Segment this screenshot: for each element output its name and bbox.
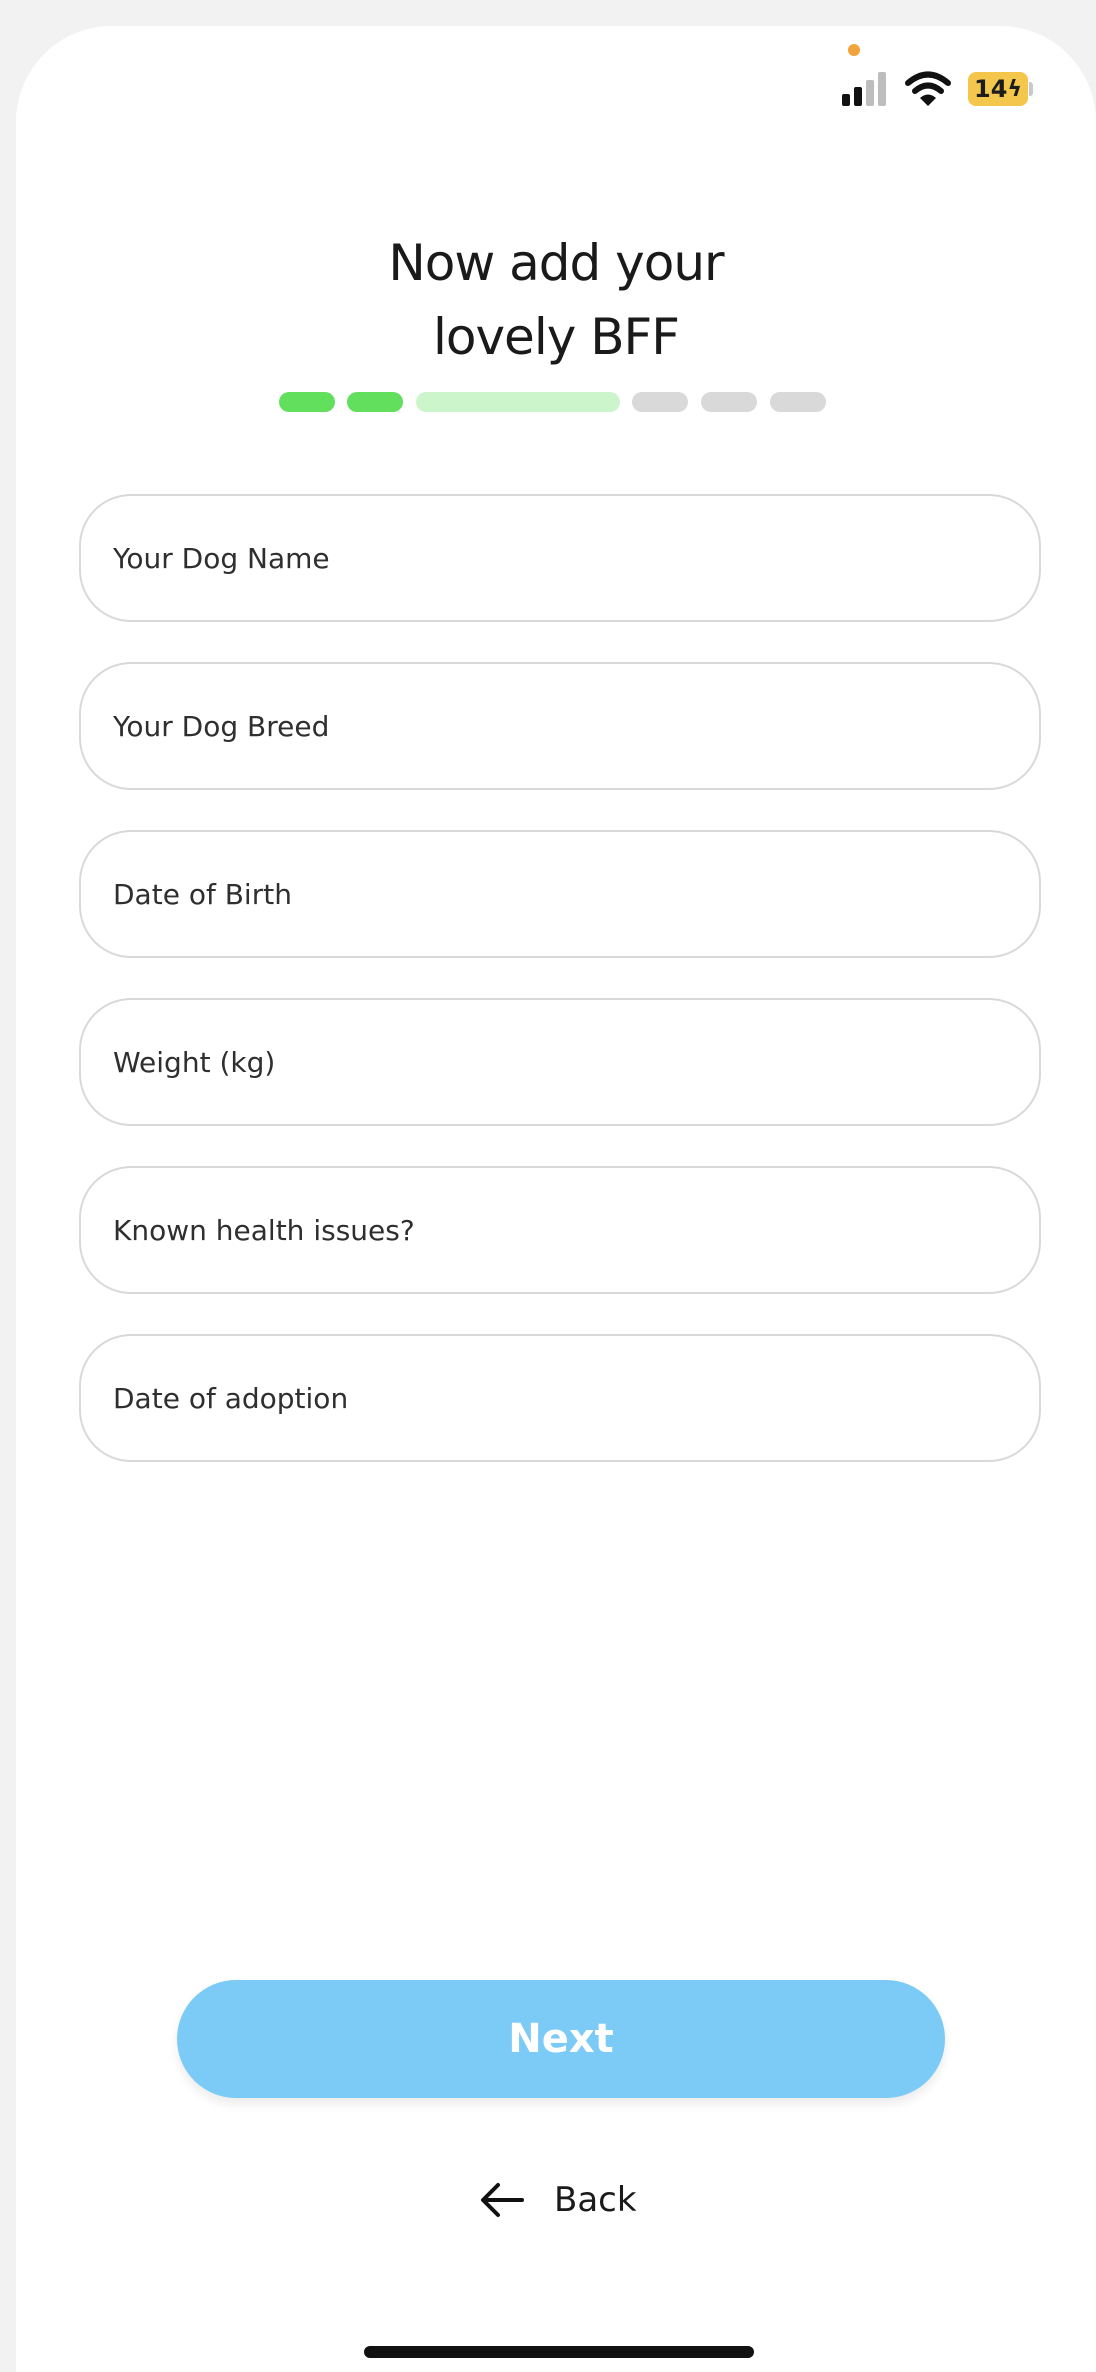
title-line-2: lovely BFF [432, 308, 680, 366]
page-title: Now add your lovely BFF [16, 226, 1096, 374]
next-button-label: Next [508, 2016, 614, 2062]
title-line-1: Now add your [388, 234, 724, 292]
back-label: Back [554, 2180, 637, 2220]
step-progress [16, 392, 1096, 412]
back-button[interactable]: Back [478, 2170, 637, 2230]
date-of-adoption-input[interactable] [111, 1380, 995, 1416]
date-of-birth-field[interactable] [79, 830, 1041, 958]
health-issues-field[interactable] [79, 1166, 1041, 1294]
wifi-icon [905, 71, 951, 106]
dog-name-field[interactable] [79, 494, 1041, 622]
dog-breed-input[interactable] [111, 708, 995, 744]
date-of-adoption-field[interactable] [79, 1334, 1041, 1462]
dog-breed-field[interactable] [79, 662, 1041, 790]
next-button[interactable]: Next [177, 1980, 945, 2098]
weight-field[interactable] [79, 998, 1041, 1126]
signal-icon [842, 72, 892, 106]
battery-charging-icon: 14 ϟ [968, 72, 1028, 106]
phone-screen: 14ϟ Now add your lovely BFF Next Back [16, 26, 1096, 2372]
battery-cap [1029, 82, 1033, 96]
dog-name-input[interactable] [111, 540, 995, 576]
progress-step-completed [347, 392, 403, 412]
health-issues-input[interactable] [111, 1212, 995, 1248]
weight-input[interactable] [111, 1044, 995, 1080]
progress-step-upcoming [701, 392, 757, 412]
arrow-left-icon [481, 2183, 524, 2217]
progress-step-completed [279, 392, 335, 412]
date-of-birth-input[interactable] [111, 876, 995, 912]
home-indicator [364, 2346, 754, 2358]
privacy-indicator-dot [848, 44, 860, 56]
progress-step-upcoming [770, 392, 826, 412]
battery-level: 14 [974, 75, 1008, 103]
progress-step-upcoming [632, 392, 688, 412]
progress-step-current [416, 392, 620, 412]
